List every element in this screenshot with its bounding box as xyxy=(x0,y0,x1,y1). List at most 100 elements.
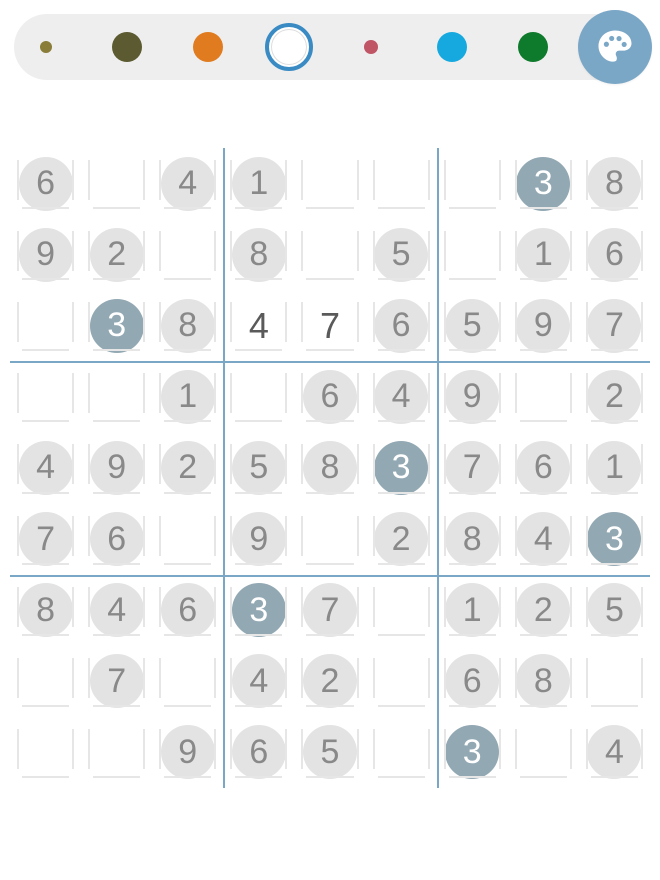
cell-r4-c7[interactable]: 9 xyxy=(437,361,508,432)
cell-r4-c6[interactable]: 4 xyxy=(366,361,437,432)
cell-r1-c6[interactable] xyxy=(366,148,437,219)
cell-r1-c2[interactable] xyxy=(81,148,152,219)
color-swatch-white[interactable] xyxy=(267,25,311,69)
cell-r6-c6[interactable]: 2 xyxy=(366,504,437,575)
cell-r7-c9[interactable]: 5 xyxy=(579,575,650,646)
cell-r4-c9[interactable]: 2 xyxy=(579,361,650,432)
cell-r2-c6[interactable]: 5 xyxy=(366,219,437,290)
cell-value: 1 xyxy=(161,370,215,424)
color-dot xyxy=(193,32,223,62)
cell-r2-c1[interactable]: 9 xyxy=(10,219,81,290)
color-swatch-green[interactable] xyxy=(511,25,555,69)
cell-value: 4 xyxy=(90,583,144,637)
cell-r5-c8[interactable]: 6 xyxy=(508,432,579,503)
cell-r8-c9[interactable] xyxy=(579,646,650,717)
cell-r3-c6[interactable]: 6 xyxy=(366,290,437,361)
cell-r4-c5[interactable]: 6 xyxy=(294,361,365,432)
cell-r4-c1[interactable] xyxy=(10,361,81,432)
cell-r1-c1[interactable]: 6 xyxy=(10,148,81,219)
color-swatch-orange[interactable] xyxy=(186,25,230,69)
cell-r9-c5[interactable]: 5 xyxy=(294,717,365,788)
cell-r4-c2[interactable] xyxy=(81,361,152,432)
cell-value: 9 xyxy=(516,299,570,353)
cell-r5-c7[interactable]: 7 xyxy=(437,432,508,503)
cell-r7-c2[interactable]: 4 xyxy=(81,575,152,646)
cell-r1-c4[interactable]: 1 xyxy=(223,148,294,219)
cell-value: 1 xyxy=(232,157,286,211)
cell-r2-c4[interactable]: 8 xyxy=(223,219,294,290)
cell-r8-c5[interactable]: 2 xyxy=(294,646,365,717)
cell-r2-c5[interactable] xyxy=(294,219,365,290)
cell-r6-c2[interactable]: 6 xyxy=(81,504,152,575)
cell-r8-c1[interactable] xyxy=(10,646,81,717)
cell-value: 6 xyxy=(232,725,286,779)
cell-r7-c8[interactable]: 2 xyxy=(508,575,579,646)
cell-r5-c4[interactable]: 5 xyxy=(223,432,294,503)
cell-r7-c6[interactable] xyxy=(366,575,437,646)
cell-r1-c8[interactable]: 3 xyxy=(508,148,579,219)
cell-r9-c2[interactable] xyxy=(81,717,152,788)
cell-r9-c1[interactable] xyxy=(10,717,81,788)
cell-r7-c5[interactable]: 7 xyxy=(294,575,365,646)
cell-r3-c7[interactable]: 5 xyxy=(437,290,508,361)
cell-r6-c9[interactable]: 3 xyxy=(579,504,650,575)
cell-r6-c4[interactable]: 9 xyxy=(223,504,294,575)
cell-r2-c3[interactable] xyxy=(152,219,223,290)
cell-r9-c9[interactable]: 4 xyxy=(579,717,650,788)
cell-r2-c2[interactable]: 2 xyxy=(81,219,152,290)
cell-r1-c9[interactable]: 8 xyxy=(579,148,650,219)
color-dot xyxy=(112,32,142,62)
cell-r6-c7[interactable]: 8 xyxy=(437,504,508,575)
cell-r9-c8[interactable] xyxy=(508,717,579,788)
cell-r8-c4[interactable]: 4 xyxy=(223,646,294,717)
cell-r9-c7[interactable]: 3 xyxy=(437,717,508,788)
cell-r5-c9[interactable]: 1 xyxy=(579,432,650,503)
cell-r5-c2[interactable]: 9 xyxy=(81,432,152,503)
cell-r8-c7[interactable]: 6 xyxy=(437,646,508,717)
color-swatch-olive-small[interactable] xyxy=(24,25,68,69)
cell-r7-c4[interactable]: 3 xyxy=(223,575,294,646)
cell-r5-c6[interactable]: 3 xyxy=(366,432,437,503)
cell-r9-c3[interactable]: 9 xyxy=(152,717,223,788)
cell-r8-c3[interactable] xyxy=(152,646,223,717)
cell-r3-c9[interactable]: 7 xyxy=(579,290,650,361)
cell-r6-c3[interactable] xyxy=(152,504,223,575)
cell-r7-c3[interactable]: 6 xyxy=(152,575,223,646)
cell-r2-c8[interactable]: 1 xyxy=(508,219,579,290)
cell-r4-c4[interactable] xyxy=(223,361,294,432)
cell-r6-c5[interactable] xyxy=(294,504,365,575)
color-swatch-cyan[interactable] xyxy=(430,25,474,69)
cell-r3-c1[interactable] xyxy=(10,290,81,361)
cell-r1-c5[interactable] xyxy=(294,148,365,219)
cell-r5-c3[interactable]: 2 xyxy=(152,432,223,503)
cell-r7-c1[interactable]: 8 xyxy=(10,575,81,646)
cell-r3-c8[interactable]: 9 xyxy=(508,290,579,361)
cell-r3-c2[interactable]: 3 xyxy=(81,290,152,361)
cell-value: 8 xyxy=(445,512,499,566)
cell-r7-c7[interactable]: 1 xyxy=(437,575,508,646)
cell-r2-c7[interactable] xyxy=(437,219,508,290)
cell-r8-c2[interactable]: 7 xyxy=(81,646,152,717)
cell-r3-c4[interactable]: 4 xyxy=(223,290,294,361)
cell-r2-c9[interactable]: 6 xyxy=(579,219,650,290)
cell-r5-c5[interactable]: 8 xyxy=(294,432,365,503)
cell-r3-c5[interactable]: 7 xyxy=(294,290,365,361)
cell-r3-c3[interactable]: 8 xyxy=(152,290,223,361)
cell-r8-c8[interactable]: 8 xyxy=(508,646,579,717)
cell-r4-c8[interactable] xyxy=(508,361,579,432)
cell-r9-c4[interactable]: 6 xyxy=(223,717,294,788)
palette-button[interactable] xyxy=(578,10,652,84)
color-swatch-black-olive[interactable] xyxy=(105,25,149,69)
cell-r4-c3[interactable]: 1 xyxy=(152,361,223,432)
cell-value: 6 xyxy=(374,299,428,353)
cell-r6-c1[interactable]: 7 xyxy=(10,504,81,575)
cell-r8-c6[interactable] xyxy=(366,646,437,717)
color-dot xyxy=(271,29,307,65)
cell-value: 3 xyxy=(374,441,428,495)
cell-r6-c8[interactable]: 4 xyxy=(508,504,579,575)
cell-r1-c7[interactable] xyxy=(437,148,508,219)
cell-r1-c3[interactable]: 4 xyxy=(152,148,223,219)
cell-r9-c6[interactable] xyxy=(366,717,437,788)
color-swatch-pink-small[interactable] xyxy=(349,25,393,69)
cell-r5-c1[interactable]: 4 xyxy=(10,432,81,503)
